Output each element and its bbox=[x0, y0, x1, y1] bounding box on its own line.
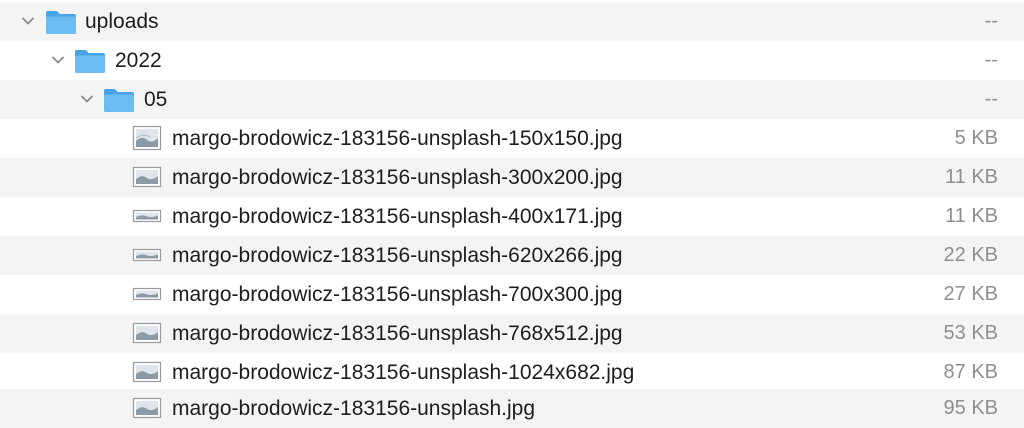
file-name: margo-brodowicz-183156-unsplash-300x200.… bbox=[172, 166, 623, 189]
file-row[interactable]: margo-brodowicz-183156-unsplash.jpg 95 K… bbox=[0, 389, 1024, 428]
folder-name: 05 bbox=[144, 88, 168, 111]
file-name: margo-brodowicz-183156-unsplash-768x512.… bbox=[172, 322, 623, 345]
image-file-icon bbox=[132, 359, 162, 385]
file-size: 27 KB bbox=[943, 283, 998, 305]
folder-row-05[interactable]: 05 -- bbox=[0, 80, 1024, 119]
chevron-down-icon[interactable] bbox=[79, 91, 95, 107]
folder-row-uploads[interactable]: uploads -- bbox=[0, 2, 1024, 41]
file-size: 11 KB bbox=[945, 205, 998, 227]
image-file-icon bbox=[132, 281, 162, 307]
file-name: margo-brodowicz-183156-unsplash-620x266.… bbox=[172, 244, 623, 267]
folder-row-2022[interactable]: 2022 -- bbox=[0, 41, 1024, 80]
file-size: 53 KB bbox=[943, 322, 998, 344]
image-file-icon bbox=[132, 125, 162, 151]
file-name: margo-brodowicz-183156-unsplash-1024x682… bbox=[172, 361, 635, 384]
file-row[interactable]: margo-brodowicz-183156-unsplash-1024x682… bbox=[0, 353, 1024, 392]
file-row[interactable]: margo-brodowicz-183156-unsplash-150x150.… bbox=[0, 119, 1024, 158]
file-name: margo-brodowicz-183156-unsplash-400x171.… bbox=[172, 205, 623, 228]
image-file-icon bbox=[132, 203, 162, 229]
folder-name: 2022 bbox=[115, 49, 162, 72]
file-row[interactable]: margo-brodowicz-183156-unsplash-768x512.… bbox=[0, 314, 1024, 353]
image-file-icon bbox=[132, 395, 162, 421]
file-row[interactable]: margo-brodowicz-183156-unsplash-620x266.… bbox=[0, 236, 1024, 275]
folder-size: -- bbox=[984, 88, 998, 110]
file-size: 5 KB bbox=[954, 127, 998, 149]
file-size: 22 KB bbox=[943, 244, 998, 266]
file-name: margo-brodowicz-183156-unsplash-700x300.… bbox=[172, 283, 623, 306]
image-file-icon bbox=[132, 164, 162, 190]
chevron-down-icon[interactable] bbox=[20, 13, 36, 29]
folder-icon bbox=[74, 48, 106, 74]
file-row[interactable]: margo-brodowicz-183156-unsplash-700x300.… bbox=[0, 275, 1024, 314]
file-row[interactable]: margo-brodowicz-183156-unsplash-400x171.… bbox=[0, 197, 1024, 236]
file-name: margo-brodowicz-183156-unsplash.jpg bbox=[172, 397, 536, 420]
folder-icon bbox=[45, 9, 77, 35]
folder-icon bbox=[103, 87, 135, 113]
file-size: 95 KB bbox=[943, 397, 998, 419]
image-file-icon bbox=[132, 320, 162, 346]
file-size: 11 KB bbox=[945, 166, 998, 188]
file-name: margo-brodowicz-183156-unsplash-150x150.… bbox=[172, 127, 623, 150]
folder-name: uploads bbox=[85, 10, 159, 33]
file-row[interactable]: margo-brodowicz-183156-unsplash-300x200.… bbox=[0, 158, 1024, 197]
folder-size: -- bbox=[984, 49, 998, 71]
file-size: 87 KB bbox=[943, 361, 998, 383]
finder-file-list: uploads -- 2022 -- 05 -- margo-brodowicz… bbox=[0, 0, 1024, 428]
folder-size: -- bbox=[984, 10, 998, 32]
image-file-icon bbox=[132, 242, 162, 268]
chevron-down-icon[interactable] bbox=[50, 52, 66, 68]
